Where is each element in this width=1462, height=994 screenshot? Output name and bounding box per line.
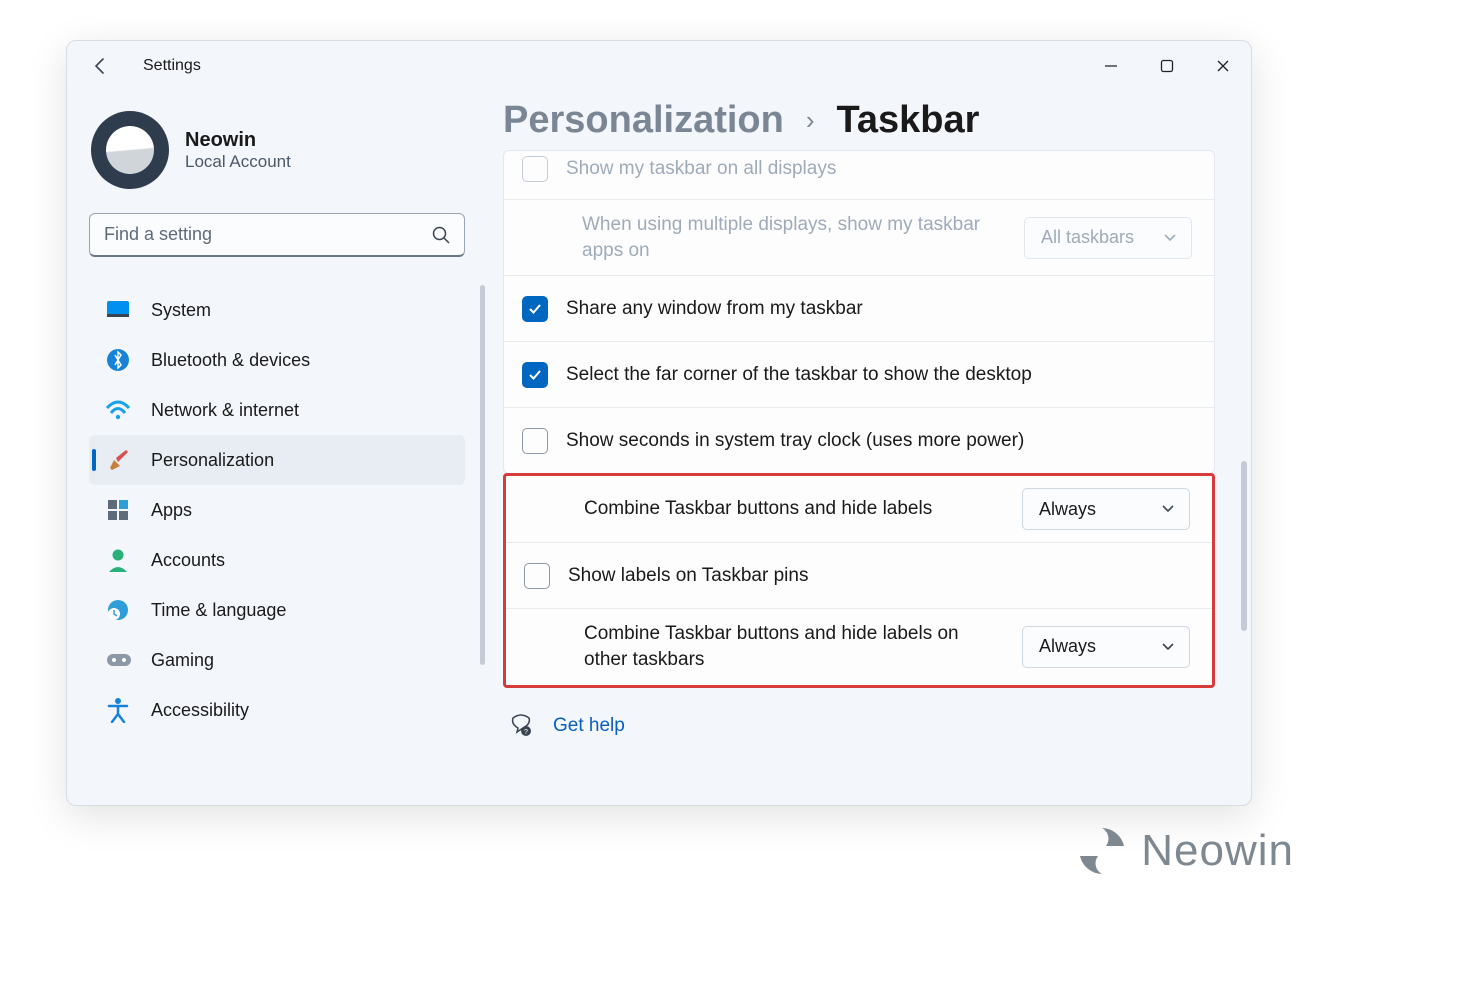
nav-label: Gaming bbox=[151, 650, 214, 671]
sidebar: Neowin Local Account System Bluetooth & … bbox=[67, 91, 487, 805]
help-row: ? Get help bbox=[503, 714, 1215, 738]
main-scrollbar[interactable] bbox=[1241, 461, 1247, 631]
nav-label: Personalization bbox=[151, 450, 274, 471]
watermark: Neowin bbox=[1077, 826, 1294, 876]
nav-scrollbar[interactable] bbox=[480, 285, 485, 665]
sidebar-item-time[interactable]: Time & language bbox=[89, 585, 465, 635]
checkbox bbox=[522, 156, 548, 182]
help-icon: ? bbox=[509, 714, 533, 738]
sidebar-item-accounts[interactable]: Accounts bbox=[89, 535, 465, 585]
setting-share-window[interactable]: Share any window from my taskbar bbox=[504, 275, 1214, 341]
setting-label: Combine Taskbar buttons and hide labels bbox=[584, 496, 1022, 522]
system-icon bbox=[105, 297, 131, 323]
bluetooth-icon bbox=[105, 347, 131, 373]
back-button[interactable] bbox=[89, 54, 113, 78]
sidebar-item-accessibility[interactable]: Accessibility bbox=[89, 685, 465, 735]
window-title: Settings bbox=[143, 57, 201, 75]
main-content: Personalization › Taskbar Show my taskba… bbox=[487, 91, 1251, 805]
watermark-text: Neowin bbox=[1141, 826, 1294, 876]
checkbox[interactable] bbox=[522, 428, 548, 454]
chevron-down-icon bbox=[1161, 642, 1175, 652]
chevron-right-icon: › bbox=[806, 105, 815, 136]
profile-block[interactable]: Neowin Local Account bbox=[89, 103, 487, 213]
setting-combine-buttons: Combine Taskbar buttons and hide labels … bbox=[506, 476, 1212, 542]
maximize-button[interactable] bbox=[1139, 45, 1195, 87]
setting-show-labels-pins[interactable]: Show labels on Taskbar pins bbox=[506, 542, 1212, 608]
person-icon bbox=[105, 547, 131, 573]
setting-label: Show labels on Taskbar pins bbox=[568, 563, 1190, 589]
nav-label: Time & language bbox=[151, 600, 286, 621]
dropdown-multi-display: All taskbars bbox=[1024, 217, 1192, 259]
sidebar-item-personalization[interactable]: Personalization bbox=[89, 435, 465, 485]
breadcrumb-current: Taskbar bbox=[837, 99, 980, 142]
setting-multi-display: When using multiple displays, show my ta… bbox=[504, 199, 1214, 275]
nav-label: Apps bbox=[151, 500, 192, 521]
dropdown-value: All taskbars bbox=[1041, 227, 1134, 248]
nav-label: System bbox=[151, 300, 211, 321]
dropdown-value: Always bbox=[1039, 499, 1096, 520]
setting-label: Share any window from my taskbar bbox=[566, 296, 1192, 322]
breadcrumb: Personalization › Taskbar bbox=[503, 99, 1215, 142]
profile-name: Neowin bbox=[185, 129, 291, 152]
chevron-down-icon bbox=[1161, 504, 1175, 514]
nav-label: Bluetooth & devices bbox=[151, 350, 310, 371]
setting-show-all-displays: Show my taskbar on all displays bbox=[504, 151, 1214, 199]
setting-combine-buttons-other: Combine Taskbar buttons and hide labels … bbox=[506, 608, 1212, 684]
nav-list: System Bluetooth & devices Network & int… bbox=[89, 285, 487, 735]
sidebar-item-network[interactable]: Network & internet bbox=[89, 385, 465, 435]
setting-label: When using multiple displays, show my ta… bbox=[582, 212, 1024, 263]
checkbox[interactable] bbox=[524, 563, 550, 589]
profile-subtitle: Local Account bbox=[185, 152, 291, 172]
dropdown-combine2[interactable]: Always bbox=[1022, 626, 1190, 668]
wifi-icon bbox=[105, 397, 131, 423]
setting-label: Select the far corner of the taskbar to … bbox=[566, 362, 1192, 388]
get-help-link[interactable]: Get help bbox=[553, 715, 625, 737]
setting-label: Combine Taskbar buttons and hide labels … bbox=[584, 621, 1022, 672]
apps-icon bbox=[105, 497, 131, 523]
breadcrumb-parent[interactable]: Personalization bbox=[503, 99, 784, 142]
dropdown-combine1[interactable]: Always bbox=[1022, 488, 1190, 530]
settings-panel-1: Show my taskbar on all displays When usi… bbox=[503, 150, 1215, 474]
titlebar: Settings bbox=[67, 41, 1251, 91]
clock-globe-icon bbox=[105, 597, 131, 623]
search-input[interactable] bbox=[89, 213, 465, 257]
settings-panel-highlighted: Combine Taskbar buttons and hide labels … bbox=[503, 473, 1215, 687]
setting-show-seconds[interactable]: Show seconds in system tray clock (uses … bbox=[504, 407, 1214, 473]
chevron-down-icon bbox=[1163, 233, 1177, 243]
sidebar-item-system[interactable]: System bbox=[89, 285, 465, 335]
accessibility-icon bbox=[105, 697, 131, 723]
setting-label: Show seconds in system tray clock (uses … bbox=[566, 428, 1192, 454]
gamepad-icon bbox=[105, 647, 131, 673]
sidebar-item-apps[interactable]: Apps bbox=[89, 485, 465, 535]
setting-far-corner[interactable]: Select the far corner of the taskbar to … bbox=[504, 341, 1214, 407]
checkbox-checked[interactable] bbox=[522, 362, 548, 388]
dropdown-value: Always bbox=[1039, 636, 1096, 657]
minimize-button[interactable] bbox=[1083, 45, 1139, 87]
sidebar-item-bluetooth[interactable]: Bluetooth & devices bbox=[89, 335, 465, 385]
checkbox-checked[interactable] bbox=[522, 296, 548, 322]
nav-label: Network & internet bbox=[151, 400, 299, 421]
nav-label: Accessibility bbox=[151, 700, 249, 721]
close-button[interactable] bbox=[1195, 45, 1251, 87]
search-icon bbox=[431, 225, 451, 245]
setting-label: Show my taskbar on all displays bbox=[566, 156, 1192, 182]
avatar bbox=[91, 111, 169, 189]
sidebar-item-gaming[interactable]: Gaming bbox=[89, 635, 465, 685]
watermark-logo-icon bbox=[1077, 826, 1127, 876]
nav-label: Accounts bbox=[151, 550, 225, 571]
svg-text:?: ? bbox=[524, 729, 528, 736]
paintbrush-icon bbox=[105, 447, 131, 473]
search-box[interactable] bbox=[89, 213, 465, 257]
settings-window: Settings Neowin Local Account bbox=[66, 40, 1252, 806]
